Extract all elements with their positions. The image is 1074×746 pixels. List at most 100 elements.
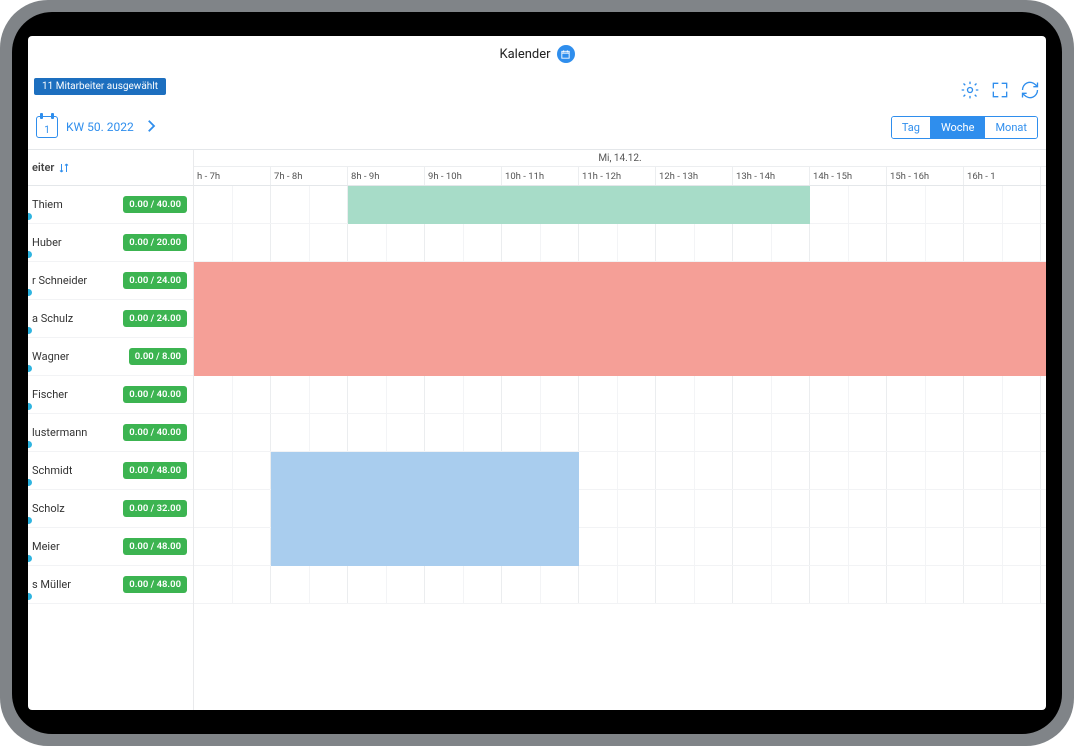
schedule-block[interactable] <box>271 490 579 528</box>
hour-cell: 15h - 16h <box>887 167 964 185</box>
timeline[interactable]: Mi, 14.12. h - 7h7h - 8h8h - 9h9h - 10h1… <box>194 150 1046 710</box>
timeline-row[interactable] <box>194 262 1046 300</box>
employee-list: Thiem 0.00 / 40.00 Huber 0.00 / 20.00 r Schn… <box>28 186 193 604</box>
timeline-row[interactable] <box>194 490 1046 528</box>
selected-employees-badge[interactable]: 11 Mitarbeiter ausgewählt <box>34 78 166 95</box>
employee-row[interactable]: Huber 0.00 / 20.00 <box>28 224 193 262</box>
employee-row[interactable]: r Schneider 0.00 / 24.00 <box>28 262 193 300</box>
status-dot <box>28 289 32 296</box>
status-dot <box>28 327 32 334</box>
header-actions <box>960 80 1040 104</box>
hour-cell: h - 7h <box>194 167 271 185</box>
timeline-row[interactable] <box>194 338 1046 376</box>
status-dot <box>28 479 32 486</box>
hours-badge: 0.00 / 32.00 <box>123 500 187 517</box>
timeline-rows <box>194 186 1046 604</box>
status-dot <box>28 555 32 562</box>
hours-badge: 0.00 / 20.00 <box>123 234 187 251</box>
employee-name: Huber <box>32 236 62 249</box>
schedule-block[interactable] <box>271 452 579 490</box>
hours-badge: 0.00 / 8.00 <box>129 348 187 365</box>
employee-row[interactable]: lustermann 0.00 / 40.00 <box>28 414 193 452</box>
gear-icon[interactable] <box>960 80 980 104</box>
employee-name: r Schneider <box>32 274 87 287</box>
status-dot <box>28 403 32 410</box>
employee-name: Scholz <box>32 502 65 515</box>
view-week-button[interactable]: Woche <box>930 117 985 138</box>
timeline-row[interactable] <box>194 224 1046 262</box>
tablet-bezel: Kalender 11 Mitarbeiter ausgewählt <box>12 12 1062 734</box>
sidebar-header[interactable]: eiter <box>28 150 193 186</box>
calendar-header-icon <box>557 45 575 63</box>
date-navigator: 1 KW 50. 2022 <box>36 116 160 138</box>
timeline-row[interactable] <box>194 186 1046 224</box>
status-dot <box>28 213 32 220</box>
status-dot <box>28 365 32 372</box>
status-dot <box>28 517 32 524</box>
hour-cell: 10h - 11h <box>502 167 579 185</box>
calendar-picker-icon[interactable]: 1 <box>36 116 58 138</box>
hour-cell: 8h - 9h <box>348 167 425 185</box>
employee-name: Meier <box>32 540 60 553</box>
employee-sidebar: eiter Thiem 0.00 / 40.00 Huber 0.00 / 20.00… <box>28 150 194 710</box>
hour-cell: 7h - 8h <box>271 167 348 185</box>
employee-row[interactable]: Wagner0.00 / 8.00 <box>28 338 193 376</box>
timeline-row[interactable] <box>194 528 1046 566</box>
sort-icon <box>58 162 70 174</box>
view-month-button[interactable]: Monat <box>984 117 1037 138</box>
sidebar-header-label: eiter <box>32 161 54 174</box>
employee-row[interactable]: Schmidt 0.00 / 48.00 <box>28 452 193 490</box>
timeline-row[interactable] <box>194 300 1046 338</box>
app-screen: Kalender 11 Mitarbeiter ausgewählt <box>28 36 1046 710</box>
schedule-block[interactable] <box>271 528 579 566</box>
timeline-row[interactable] <box>194 566 1046 604</box>
status-dot <box>28 593 32 600</box>
schedule-block[interactable] <box>348 186 810 224</box>
view-day-button[interactable]: Tag <box>892 117 930 138</box>
hour-cell: 12h - 13h <box>656 167 733 185</box>
hours-badge: 0.00 / 40.00 <box>123 386 187 403</box>
timeline-row[interactable] <box>194 414 1046 452</box>
employee-row[interactable]: Thiem 0.00 / 40.00 <box>28 186 193 224</box>
hour-cell: 16h - 1 <box>964 167 1041 185</box>
chevron-right-icon[interactable] <box>142 117 160 138</box>
timeline-row[interactable] <box>194 452 1046 490</box>
status-dot <box>28 251 32 258</box>
refresh-icon[interactable] <box>1020 80 1040 104</box>
employee-row[interactable]: Scholz 0.00 / 32.00 <box>28 490 193 528</box>
hour-cell: 14h - 15h <box>810 167 887 185</box>
hours-badge: 0.00 / 48.00 <box>123 538 187 555</box>
hours-badge: 0.00 / 40.00 <box>123 196 187 213</box>
employee-row[interactable]: Fischer 0.00 / 40.00 <box>28 376 193 414</box>
hours-badge: 0.00 / 24.00 <box>123 272 187 289</box>
hours-badge: 0.00 / 40.00 <box>123 424 187 441</box>
employee-row[interactable]: s Müller 0.00 / 48.00 <box>28 566 193 604</box>
schedule-block[interactable] <box>194 262 1046 300</box>
timeline-row[interactable] <box>194 376 1046 414</box>
schedule-block[interactable] <box>194 338 1046 376</box>
employee-name: Fischer <box>32 388 68 401</box>
schedule-grid: eiter Thiem 0.00 / 40.00 Huber 0.00 / 20.00… <box>28 149 1046 710</box>
expand-icon[interactable] <box>990 80 1010 104</box>
hours-badge: 0.00 / 48.00 <box>123 462 187 479</box>
hour-cell: 13h - 14h <box>733 167 810 185</box>
view-switch: Tag Woche Monat <box>891 116 1038 139</box>
page-title-text: Kalender <box>499 47 550 62</box>
hour-header: h - 7h7h - 8h8h - 9h9h - 10h10h - 11h11h… <box>194 167 1046 186</box>
app-header: Kalender <box>28 36 1046 72</box>
tablet-frame: Kalender 11 Mitarbeiter ausgewählt <box>0 0 1074 746</box>
employee-row[interactable]: a Schulz 0.00 / 24.00 <box>28 300 193 338</box>
status-dot <box>28 441 32 448</box>
schedule-block[interactable] <box>194 300 1046 338</box>
selection-badge-row: 11 Mitarbeiter ausgewählt <box>28 72 1046 95</box>
day-header: Mi, 14.12. <box>194 150 1046 167</box>
employee-name: Thiem <box>32 198 63 211</box>
employee-name: s Müller <box>32 578 71 591</box>
week-label: KW 50. 2022 <box>66 120 134 134</box>
hours-badge: 0.00 / 48.00 <box>123 576 187 593</box>
employee-name: Schmidt <box>32 464 72 477</box>
employee-name: a Schulz <box>32 312 73 325</box>
hours-badge: 0.00 / 24.00 <box>123 310 187 327</box>
employee-name: lustermann <box>32 426 87 439</box>
employee-row[interactable]: Meier 0.00 / 48.00 <box>28 528 193 566</box>
